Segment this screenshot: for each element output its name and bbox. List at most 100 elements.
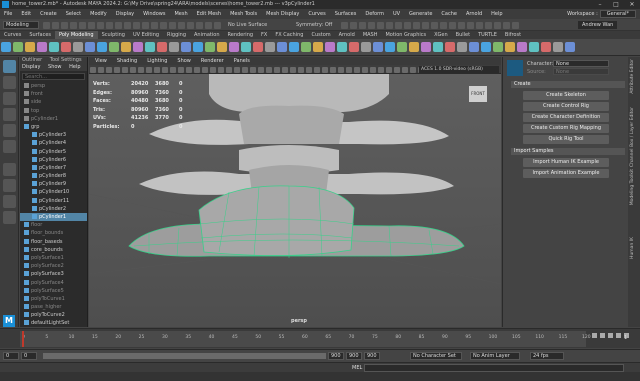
shelf-tab-poly-modeling[interactable]: Poly Modeling [55, 31, 98, 39]
shelf-tab-rendering[interactable]: Rendering [224, 31, 258, 39]
status-tool-icon[interactable] [61, 22, 68, 29]
outliner-item[interactable]: top [20, 107, 87, 115]
live-surface-field[interactable]: No Live Surface [228, 22, 267, 28]
viewport-tool-icon[interactable] [266, 66, 272, 73]
shelf-tool-icon[interactable] [85, 42, 95, 52]
shelf-tab-bifrost[interactable]: Bifrost [501, 31, 525, 39]
shelf-tool-icon[interactable] [505, 42, 515, 52]
viewport-tool-icon[interactable] [346, 66, 352, 73]
status-tool-icon[interactable] [106, 22, 113, 29]
shelf-tab-animation[interactable]: Animation [190, 31, 224, 39]
outliner-item[interactable]: polySurface4 [20, 279, 87, 287]
menu-help[interactable]: Help [491, 9, 502, 19]
viewport-tool-icon[interactable] [314, 66, 320, 73]
outliner-item[interactable]: polySurface2 [20, 262, 87, 270]
outliner-menu-show[interactable]: Show [48, 64, 62, 70]
shelf-tool-icon[interactable] [481, 42, 491, 52]
close-icon[interactable]: ✕ [624, 0, 640, 9]
viewport-menu-lighting[interactable]: Lighting [147, 58, 167, 64]
viewport-tool-icon[interactable] [306, 66, 312, 73]
shelf-tab-surfaces[interactable]: Surfaces [25, 31, 55, 39]
viewport-tool-icon[interactable] [178, 66, 184, 73]
shelf-tool-icon[interactable] [337, 42, 347, 52]
viewport-tool-icon[interactable] [162, 66, 168, 73]
graph-layout-icon[interactable] [3, 211, 16, 224]
viewport-tool-icon[interactable] [226, 66, 232, 73]
viewport-tool-icon[interactable] [386, 66, 392, 73]
shelf-tool-icon[interactable] [109, 42, 119, 52]
render-tool-icon[interactable] [458, 22, 465, 29]
anim-end-field[interactable]: 900 [346, 352, 362, 360]
shelf-tool-icon[interactable] [25, 42, 35, 52]
shelf-tab-bullet[interactable]: Bullet [452, 31, 474, 39]
shelf-tool-icon[interactable] [349, 42, 359, 52]
outliner-item[interactable]: side [20, 98, 87, 106]
viewport-menu-panels[interactable]: Panels [234, 58, 250, 64]
status-tool-icon[interactable] [115, 22, 122, 29]
outliner-item[interactable]: persp [20, 82, 87, 90]
outliner-item[interactable]: pCylinder5 [20, 148, 87, 156]
step-forward-icon[interactable] [616, 333, 621, 338]
shelf-tool-icon[interactable] [409, 42, 419, 52]
viewport-tool-icon[interactable] [290, 66, 296, 73]
status-tool-icon[interactable] [142, 22, 149, 29]
viewport-menu-shading[interactable]: Shading [117, 58, 137, 64]
shelf-tool-icon[interactable] [529, 42, 539, 52]
shelf-tool-icon[interactable] [61, 42, 71, 52]
viewport-tool-icon[interactable] [362, 66, 368, 73]
shelf-tool-icon[interactable] [385, 42, 395, 52]
shelf-tab-motion-graphics[interactable]: Motion Graphics [381, 31, 430, 39]
render-tool-icon[interactable] [494, 22, 501, 29]
shelf-tool-icon[interactable] [205, 42, 215, 52]
status-tool-icon[interactable] [43, 22, 50, 29]
render-tool-icon[interactable] [341, 22, 348, 29]
viewport-tool-icon[interactable] [114, 66, 120, 73]
outliner-item[interactable]: polySurface3 [20, 270, 87, 278]
shelf-tool-icon[interactable] [73, 42, 83, 52]
viewport-tool-icon[interactable] [322, 66, 328, 73]
viewport-tool-icon[interactable] [410, 66, 416, 73]
fps-dropdown[interactable]: 24 fps [530, 352, 564, 360]
side-tab-human-ik[interactable]: Human IK [630, 237, 635, 259]
shelf-tab-arnold[interactable]: Arnold [335, 31, 359, 39]
menu-set-dropdown[interactable]: Modeling [3, 21, 39, 29]
viewport-menu-renderer[interactable]: Renderer [201, 58, 224, 64]
viewport-tool-icon[interactable] [298, 66, 304, 73]
viewport-tool-icon[interactable] [274, 66, 280, 73]
viewport-tool-icon[interactable] [330, 66, 336, 73]
viewport-tool-icon[interactable] [402, 66, 408, 73]
create-character-definition-button[interactable]: Create Character Definition [523, 113, 609, 122]
shelf-tool-icon[interactable] [313, 42, 323, 52]
shelf-tool-icon[interactable] [541, 42, 551, 52]
end-time-field[interactable]: 900 [364, 352, 380, 360]
menu-generate[interactable]: Generate [409, 9, 432, 19]
shelf-tool-icon[interactable] [457, 42, 467, 52]
shelf-tool-icon[interactable] [517, 42, 527, 52]
minimize-icon[interactable]: – [592, 0, 608, 9]
shelf-tool-icon[interactable] [121, 42, 131, 52]
shelf-tool-icon[interactable] [1, 42, 11, 52]
viewport-tool-icon[interactable] [130, 66, 136, 73]
shelf-tool-icon[interactable] [325, 42, 335, 52]
side-tab-channel-box-layer-editor[interactable]: Channel Box / Layer Editor [630, 107, 635, 167]
anim-layer-dropdown[interactable]: No Anim Layer [470, 352, 520, 360]
outliner-item[interactable]: polySurface1 [20, 254, 87, 262]
create-custom-rig-mapping-button[interactable]: Create Custom Rig Mapping [523, 124, 609, 133]
viewport-menu-show[interactable]: Show [177, 58, 191, 64]
render-tool-icon[interactable] [422, 22, 429, 29]
shelf-tab-uv-editing[interactable]: UV Editing [129, 31, 163, 39]
viewport-tool-icon[interactable] [354, 66, 360, 73]
outliner-item[interactable]: pCylinder1 [20, 213, 87, 222]
status-tool-icon[interactable] [79, 22, 86, 29]
status-tool-icon[interactable] [214, 22, 221, 29]
shelf-tool-icon[interactable] [97, 42, 107, 52]
viewport-tool-icon[interactable] [394, 66, 400, 73]
workspace-dropdown[interactable]: General* [599, 10, 636, 18]
four-view-icon[interactable] [3, 179, 16, 192]
outliner-menu-help[interactable]: Help [69, 64, 80, 70]
render-tool-icon[interactable] [485, 22, 492, 29]
render-tool-icon[interactable] [467, 22, 474, 29]
move-tool-icon[interactable] [3, 108, 16, 121]
shelf-tool-icon[interactable] [13, 42, 23, 52]
menu-edit-mesh[interactable]: Edit Mesh [197, 9, 221, 19]
